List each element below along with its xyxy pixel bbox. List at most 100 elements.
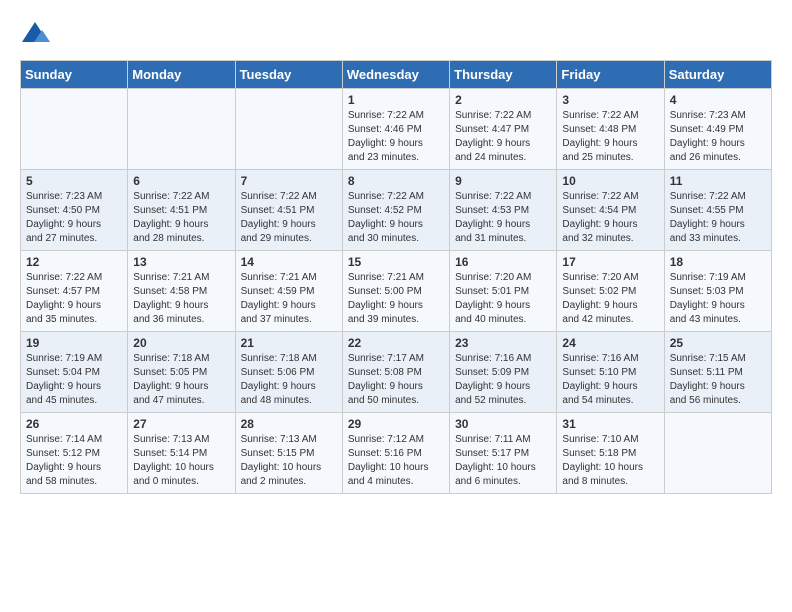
calendar-cell: 15 Sunrise: 7:21 AM Sunset: 5:00 PM Dayli… [342, 251, 449, 332]
day-number: 10 [562, 174, 658, 188]
day-info: Sunrise: 7:21 AM Sunset: 4:58 PM Dayligh… [133, 271, 229, 327]
day-number: 26 [26, 417, 122, 431]
header-cell-sunday: Sunday [21, 61, 128, 89]
day-info: Sunrise: 7:22 AM Sunset: 4:54 PM Dayligh… [562, 190, 658, 246]
day-number: 21 [241, 336, 337, 350]
day-info: Sunrise: 7:22 AM Sunset: 4:47 PM Dayligh… [455, 109, 551, 165]
calendar-cell: 11 Sunrise: 7:22 AM Sunset: 4:55 PM Dayli… [664, 170, 771, 251]
day-info: Sunrise: 7:22 AM Sunset: 4:53 PM Dayligh… [455, 190, 551, 246]
day-number: 23 [455, 336, 551, 350]
header-cell-monday: Monday [128, 61, 235, 89]
day-info: Sunrise: 7:22 AM Sunset: 4:51 PM Dayligh… [241, 190, 337, 246]
calendar-cell: 16Sunrise: 7:20 AM Sunset: 5:01 PM Dayli… [450, 251, 557, 332]
day-info: Sunrise: 7:18 AM Sunset: 5:06 PM Dayligh… [241, 352, 337, 408]
day-info: Sunrise: 7:21 AM Sunset: 4:59 PM Dayligh… [241, 271, 337, 327]
day-info: Sunrise: 7:17 AM Sunset: 5:08 PM Dayligh… [348, 352, 444, 408]
day-number: 12 [26, 255, 122, 269]
day-number: 4 [670, 93, 766, 107]
day-number: 29 [348, 417, 444, 431]
calendar-cell: 26 Sunrise: 7:14 AM Sunset: 5:12 PM Dayli… [21, 413, 128, 494]
calendar-cell: 1 Sunrise: 7:22 AM Sunset: 4:46 PM Daylig… [342, 89, 449, 170]
day-info: Sunrise: 7:10 AM Sunset: 5:18 PM Dayligh… [562, 433, 658, 489]
day-number: 14 [241, 255, 337, 269]
logo-icon [20, 20, 50, 50]
day-info: Sunrise: 7:22 AM Sunset: 4:46 PM Dayligh… [348, 109, 444, 165]
logo [20, 20, 54, 50]
day-info: Sunrise: 7:13 AM Sunset: 5:14 PM Dayligh… [133, 433, 229, 489]
calendar-cell: 19 Sunrise: 7:19 AM Sunset: 5:04 PM Dayli… [21, 332, 128, 413]
day-number: 27 [133, 417, 229, 431]
header-cell-saturday: Saturday [664, 61, 771, 89]
day-number: 9 [455, 174, 551, 188]
day-info: Sunrise: 7:22 AM Sunset: 4:52 PM Dayligh… [348, 190, 444, 246]
day-info: Sunrise: 7:21 AM Sunset: 5:00 PM Dayligh… [348, 271, 444, 327]
day-info: Sunrise: 7:14 AM Sunset: 5:12 PM Dayligh… [26, 433, 122, 489]
calendar-cell: 8 Sunrise: 7:22 AM Sunset: 4:52 PM Daylig… [342, 170, 449, 251]
day-info: Sunrise: 7:23 AM Sunset: 4:49 PM Dayligh… [670, 109, 766, 165]
calendar-cell: 5 Sunrise: 7:23 AM Sunset: 4:50 PM Daylig… [21, 170, 128, 251]
calendar-cell: 13 Sunrise: 7:21 AM Sunset: 4:58 PM Dayli… [128, 251, 235, 332]
calendar-cell: 14 Sunrise: 7:21 AM Sunset: 4:59 PM Dayli… [235, 251, 342, 332]
calendar-cell: 23Sunrise: 7:16 AM Sunset: 5:09 PM Dayli… [450, 332, 557, 413]
calendar-cell: 18 Sunrise: 7:19 AM Sunset: 5:03 PM Dayli… [664, 251, 771, 332]
day-number: 28 [241, 417, 337, 431]
day-info: Sunrise: 7:18 AM Sunset: 5:05 PM Dayligh… [133, 352, 229, 408]
day-number: 8 [348, 174, 444, 188]
day-number: 25 [670, 336, 766, 350]
calendar-cell: 24 Sunrise: 7:16 AM Sunset: 5:10 PM Dayli… [557, 332, 664, 413]
calendar-cell: 4 Sunrise: 7:23 AM Sunset: 4:49 PM Daylig… [664, 89, 771, 170]
day-number: 24 [562, 336, 658, 350]
calendar-cell: 28 Sunrise: 7:13 AM Sunset: 5:15 PM Dayli… [235, 413, 342, 494]
calendar-table: SundayMondayTuesdayWednesdayThursdayFrid… [20, 60, 772, 494]
header-cell-friday: Friday [557, 61, 664, 89]
day-info: Sunrise: 7:11 AM Sunset: 5:17 PM Dayligh… [455, 433, 551, 489]
calendar-cell [21, 89, 128, 170]
day-info: Sunrise: 7:22 AM Sunset: 4:48 PM Dayligh… [562, 109, 658, 165]
day-number: 15 [348, 255, 444, 269]
day-number: 1 [348, 93, 444, 107]
day-number: 22 [348, 336, 444, 350]
calendar-cell [128, 89, 235, 170]
day-info: Sunrise: 7:13 AM Sunset: 5:15 PM Dayligh… [241, 433, 337, 489]
calendar-header: SundayMondayTuesdayWednesdayThursdayFrid… [21, 61, 772, 89]
calendar-cell: 30 Sunrise: 7:11 AM Sunset: 5:17 PM Dayli… [450, 413, 557, 494]
calendar-cell: 22 Sunrise: 7:17 AM Sunset: 5:08 PM Dayli… [342, 332, 449, 413]
day-number: 6 [133, 174, 229, 188]
calendar-cell: 21 Sunrise: 7:18 AM Sunset: 5:06 PM Dayli… [235, 332, 342, 413]
calendar-cell: 9 Sunrise: 7:22 AM Sunset: 4:53 PM Daylig… [450, 170, 557, 251]
day-number: 2 [455, 93, 551, 107]
day-number: 3 [562, 93, 658, 107]
day-number: 20 [133, 336, 229, 350]
day-number: 16 [455, 255, 551, 269]
week-row-3: 12Sunrise: 7:22 AM Sunset: 4:57 PM Dayli… [21, 251, 772, 332]
calendar-cell [235, 89, 342, 170]
day-number: 13 [133, 255, 229, 269]
day-number: 5 [26, 174, 122, 188]
day-number: 11 [670, 174, 766, 188]
page-header [20, 20, 772, 50]
day-number: 19 [26, 336, 122, 350]
calendar-cell: 12Sunrise: 7:22 AM Sunset: 4:57 PM Dayli… [21, 251, 128, 332]
header-cell-tuesday: Tuesday [235, 61, 342, 89]
day-info: Sunrise: 7:15 AM Sunset: 5:11 PM Dayligh… [670, 352, 766, 408]
calendar-cell: 3 Sunrise: 7:22 AM Sunset: 4:48 PM Daylig… [557, 89, 664, 170]
day-info: Sunrise: 7:20 AM Sunset: 5:02 PM Dayligh… [562, 271, 658, 327]
day-info: Sunrise: 7:16 AM Sunset: 5:10 PM Dayligh… [562, 352, 658, 408]
day-info: Sunrise: 7:19 AM Sunset: 5:04 PM Dayligh… [26, 352, 122, 408]
calendar-cell: 29 Sunrise: 7:12 AM Sunset: 5:16 PM Dayli… [342, 413, 449, 494]
week-row-4: 19 Sunrise: 7:19 AM Sunset: 5:04 PM Dayli… [21, 332, 772, 413]
calendar-cell: 6Sunrise: 7:22 AM Sunset: 4:51 PM Daylig… [128, 170, 235, 251]
week-row-5: 26 Sunrise: 7:14 AM Sunset: 5:12 PM Dayli… [21, 413, 772, 494]
day-info: Sunrise: 7:23 AM Sunset: 4:50 PM Dayligh… [26, 190, 122, 246]
header-cell-wednesday: Wednesday [342, 61, 449, 89]
day-number: 7 [241, 174, 337, 188]
day-number: 18 [670, 255, 766, 269]
day-info: Sunrise: 7:19 AM Sunset: 5:03 PM Dayligh… [670, 271, 766, 327]
calendar-cell: 10 Sunrise: 7:22 AM Sunset: 4:54 PM Dayli… [557, 170, 664, 251]
day-number: 30 [455, 417, 551, 431]
day-info: Sunrise: 7:22 AM Sunset: 4:55 PM Dayligh… [670, 190, 766, 246]
week-row-1: 1 Sunrise: 7:22 AM Sunset: 4:46 PM Daylig… [21, 89, 772, 170]
day-number: 17 [562, 255, 658, 269]
day-number: 31 [562, 417, 658, 431]
day-info: Sunrise: 7:12 AM Sunset: 5:16 PM Dayligh… [348, 433, 444, 489]
